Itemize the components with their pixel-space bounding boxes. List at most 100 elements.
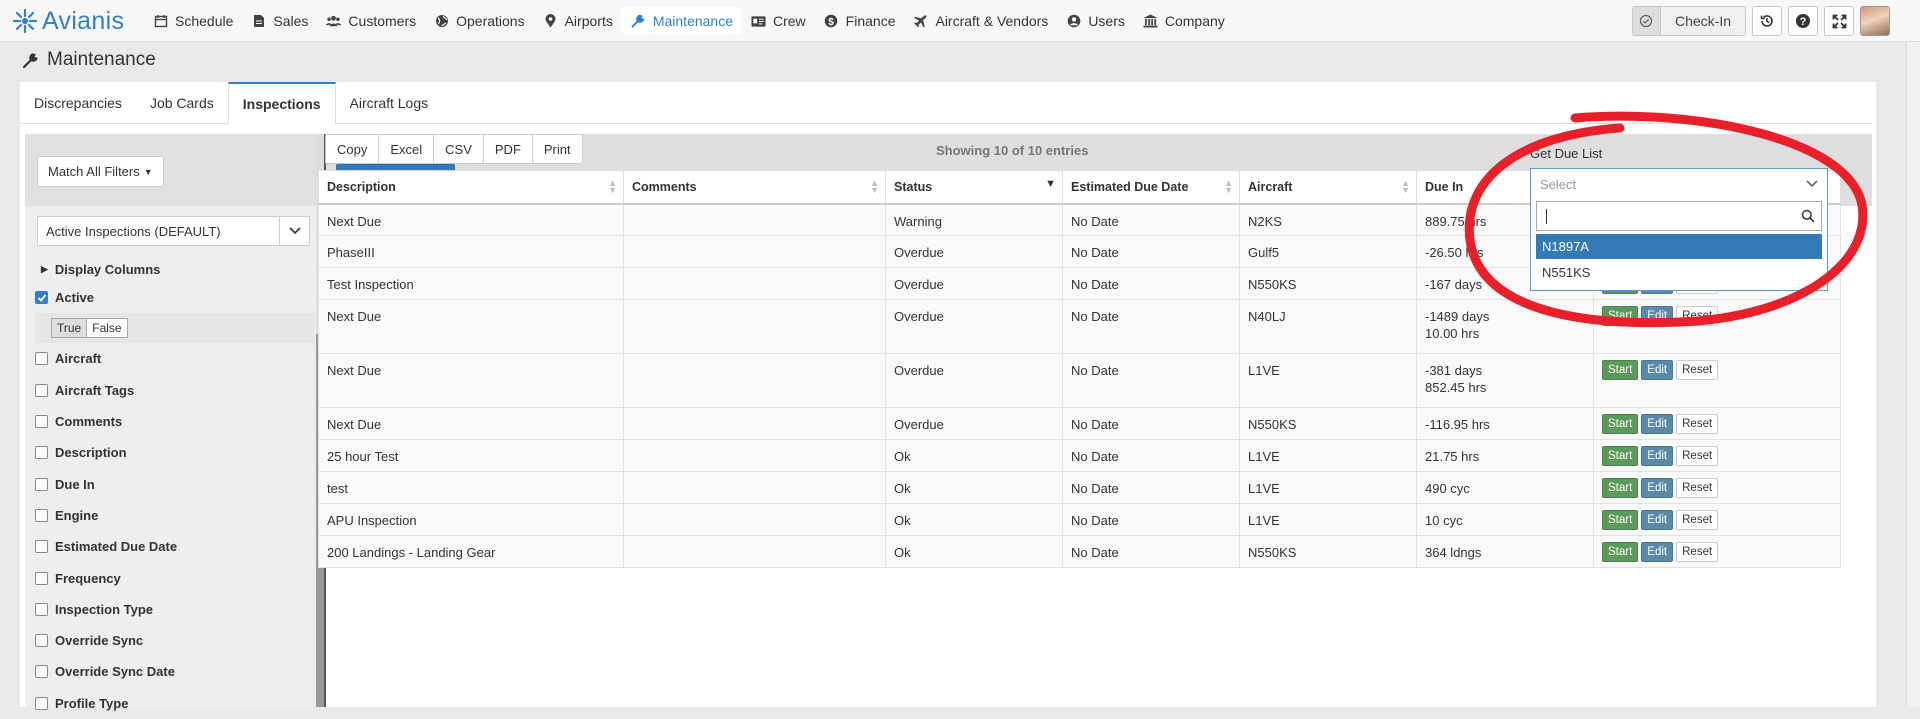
edit-button[interactable]: Edit (1641, 542, 1674, 562)
start-button[interactable]: Start (1602, 510, 1639, 530)
nav-item-users[interactable]: Users (1057, 7, 1134, 35)
start-button[interactable]: Start (1602, 478, 1639, 498)
filter-override-sync-date[interactable]: Override Sync Date (35, 656, 305, 687)
true-option[interactable]: True (51, 318, 88, 339)
filter-checkbox[interactable] (35, 446, 48, 460)
filter-profile-type[interactable]: Profile Type (35, 688, 305, 719)
history-button[interactable] (1752, 6, 1782, 36)
nav-item-customers[interactable]: Customers (317, 7, 425, 35)
check-in-button[interactable]: Check-In (1631, 6, 1746, 36)
row-actions: StartEditReset (1602, 542, 1832, 562)
reset-button[interactable]: Reset (1676, 306, 1719, 326)
export-pdf-button[interactable]: PDF (482, 134, 533, 164)
start-button[interactable]: Start (1602, 414, 1639, 434)
help-button[interactable]: ? (1788, 6, 1818, 36)
filter-description[interactable]: Description (35, 437, 305, 468)
tab-discrepancies[interactable]: Discrepancies (20, 82, 136, 124)
table-row[interactable]: 200 Landings - Landing Gear Ok No Date N550… (318, 535, 1841, 568)
filter-preset-select[interactable]: Active Inspections (DEFAULT) (37, 216, 310, 246)
filter-aircraft[interactable]: Aircraft (35, 343, 305, 374)
start-button[interactable]: Start (1602, 360, 1639, 380)
filter-checkbox[interactable] (35, 571, 48, 585)
filter-checkbox[interactable] (35, 415, 48, 429)
reset-button[interactable]: Reset (1676, 510, 1719, 530)
export-excel-button[interactable]: Excel (378, 134, 435, 164)
edit-button[interactable]: Edit (1641, 360, 1674, 380)
false-option[interactable]: False (86, 318, 128, 339)
table-row[interactable]: test Ok No Date L1VE 490 cyc Start Edit Reset (318, 471, 1841, 504)
cell-description: Test Inspection (318, 267, 624, 300)
filter-due-in[interactable]: Due In (35, 468, 305, 499)
filter-checkbox[interactable] (35, 352, 48, 366)
nav-item-airports[interactable]: Airports (534, 7, 622, 35)
filter-aircraft-tags[interactable]: Aircraft Tags (35, 375, 305, 406)
active-checkbox[interactable] (35, 291, 48, 305)
filter-checkbox[interactable] (35, 696, 48, 710)
filter-checkbox[interactable] (35, 634, 48, 648)
start-button[interactable]: Start (1602, 306, 1639, 326)
export-print-button[interactable]: Print (531, 134, 583, 164)
edit-button[interactable]: Edit (1641, 510, 1674, 530)
table-row[interactable]: Next Due Overdue No Date N550KS -116.95 hrs S… (318, 407, 1841, 440)
nav-item-aircraft-vendors[interactable]: Aircraft & Vendors (904, 7, 1057, 35)
page-scrollbar[interactable] (1906, 42, 1920, 707)
filter-active[interactable]: Active (35, 282, 305, 313)
reset-button[interactable]: Reset (1676, 542, 1719, 562)
column-header[interactable]: Estimated Due Date ▲ ▼ (1062, 170, 1240, 205)
nav-item-schedule[interactable]: Schedule (144, 7, 242, 35)
filter-override-sync[interactable]: Override Sync (35, 625, 305, 656)
filter-checkbox[interactable] (35, 602, 48, 616)
tab-job-cards[interactable]: Job Cards (136, 82, 228, 124)
user-avatar[interactable] (1860, 6, 1890, 36)
reset-button[interactable]: Reset (1676, 414, 1719, 434)
due-list-select[interactable]: Select (1530, 168, 1828, 200)
edit-button[interactable]: Edit (1641, 446, 1674, 466)
match-filters-dropdown[interactable]: Match All Filters ▼ (37, 156, 164, 187)
edit-button[interactable]: Edit (1641, 306, 1674, 326)
filter-checkbox[interactable] (35, 477, 48, 491)
app-logo[interactable]: Avianis (12, 7, 124, 35)
column-header[interactable]: Description ▲ ▼ (318, 170, 624, 205)
due-list-search-input[interactable] (1536, 201, 1822, 231)
reset-button[interactable]: Reset (1676, 446, 1719, 466)
nav-item-finance[interactable]: $ Finance (815, 7, 905, 35)
export-copy-button[interactable]: Copy (325, 134, 380, 164)
filter-checkbox[interactable] (35, 508, 48, 522)
nav-item-sales[interactable]: Sales (242, 7, 317, 35)
filter-checkbox[interactable] (35, 540, 48, 554)
export-csv-button[interactable]: CSV (433, 134, 484, 164)
reset-button[interactable]: Reset (1676, 478, 1719, 498)
column-header[interactable]: Aircraft ▲ ▼ (1239, 170, 1417, 205)
table-row[interactable]: Next Due Overdue No Date N40LJ -1489 days 10.… (318, 299, 1841, 354)
history-icon (1760, 15, 1773, 27)
nav-item-crew[interactable]: Crew (742, 7, 815, 35)
filter-engine[interactable]: Engine (35, 500, 305, 531)
column-header[interactable]: Status ▼ (885, 170, 1063, 205)
edit-button[interactable]: Edit (1641, 478, 1674, 498)
cell-actions: StartEditReset (1593, 407, 1841, 440)
edit-button[interactable]: Edit (1641, 414, 1674, 434)
start-button[interactable]: Start (1602, 446, 1639, 466)
reset-button[interactable]: Reset (1676, 360, 1719, 380)
nav-item-company[interactable]: Company (1134, 7, 1234, 35)
tab-inspections[interactable]: Inspections (227, 82, 336, 125)
table-row[interactable]: 25 hour Test Ok No Date L1VE 21.75 hrs Start E… (318, 439, 1841, 472)
fullscreen-button[interactable] (1824, 6, 1854, 36)
display-columns-toggle[interactable]: ▶ Display Columns (35, 256, 305, 282)
nav-item-operations[interactable]: Operations (425, 7, 533, 35)
filter-checkbox[interactable] (35, 383, 48, 397)
due-list-option[interactable]: N551KS (1536, 260, 1822, 285)
table-row[interactable]: APU Inspection Ok No Date L1VE 10 cyc Start Ed… (318, 503, 1841, 536)
table-row[interactable]: Next Due Overdue No Date L1VE -381 days 852.4… (318, 353, 1841, 408)
filter-estimated-due-date[interactable]: Estimated Due Date (35, 531, 305, 562)
tab-aircraft-logs[interactable]: Aircraft Logs (336, 82, 443, 124)
document-icon (251, 14, 266, 29)
start-button[interactable]: Start (1602, 542, 1639, 562)
filter-frequency[interactable]: Frequency (35, 562, 305, 593)
column-header[interactable]: Comments ▲ ▼ (623, 170, 886, 205)
filter-comments[interactable]: Comments (35, 406, 305, 437)
filter-inspection-type[interactable]: Inspection Type (35, 594, 305, 625)
nav-item-maintenance[interactable]: Maintenance (621, 7, 742, 35)
due-list-option[interactable]: N1897A (1536, 234, 1822, 259)
filter-checkbox[interactable] (35, 665, 48, 679)
